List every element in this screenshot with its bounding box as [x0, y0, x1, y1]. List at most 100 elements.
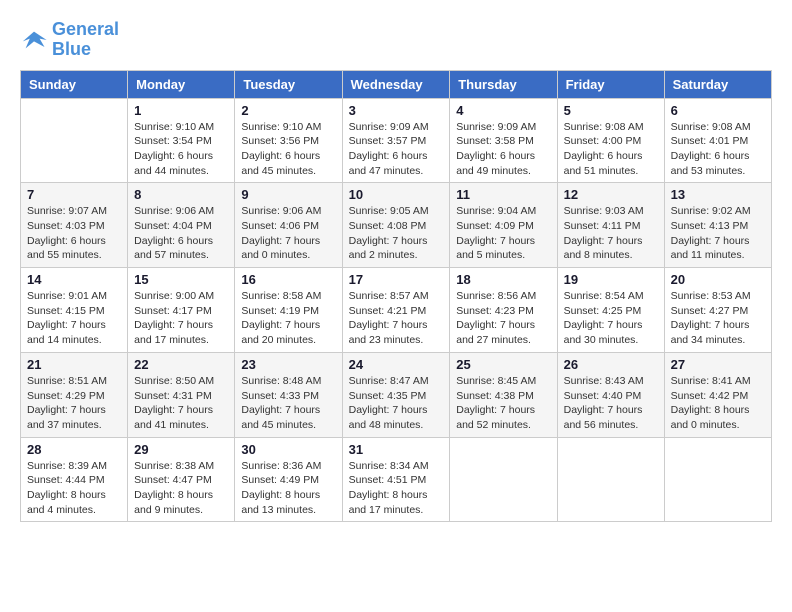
- day-info-5: Sunrise: 9:08 AM Sunset: 4:00 PM Dayligh…: [564, 120, 658, 179]
- day-number-30: 30: [241, 442, 335, 457]
- day-number-9: 9: [241, 187, 335, 202]
- week-row-1: 1 Sunrise: 9:10 AM Sunset: 3:54 PM Daylig…: [21, 98, 772, 183]
- day-info-14: Sunrise: 9:01 AM Sunset: 4:15 PM Dayligh…: [27, 289, 121, 348]
- day-4: 4 Sunrise: 9:09 AM Sunset: 3:58 PM Daylig…: [450, 98, 557, 183]
- day-12: 12Sunrise: 9:03 AM Sunset: 4:11 PM Dayli…: [557, 183, 664, 268]
- day-info-19: Sunrise: 8:54 AM Sunset: 4:25 PM Dayligh…: [564, 289, 658, 348]
- page-header: General Blue: [20, 20, 772, 60]
- day-info-1: Sunrise: 9:10 AM Sunset: 3:54 PM Dayligh…: [134, 120, 228, 179]
- day-9: 9 Sunrise: 9:06 AM Sunset: 4:06 PM Daylig…: [235, 183, 342, 268]
- day-29: 29 Sunrise: 8:38 AM Sunset: 4:47 PM Dayli…: [128, 437, 235, 522]
- day-info-18: Sunrise: 8:56 AM Sunset: 4:23 PM Dayligh…: [456, 289, 550, 348]
- day-number-17: 17: [349, 272, 444, 287]
- day-number-10: 10: [349, 187, 444, 202]
- logo-icon: [20, 26, 48, 54]
- day-13: 13 Sunrise: 9:02 AM Sunset: 4:13 PM Dayli…: [664, 183, 771, 268]
- day-info-22: Sunrise: 8:50 AM Sunset: 4:31 PM Dayligh…: [134, 374, 228, 433]
- day-info-31: Sunrise: 8:34 AM Sunset: 4:51 PM Dayligh…: [349, 459, 444, 518]
- day-17: 17 Sunrise: 8:57 AM Sunset: 4:21 PM Dayli…: [342, 268, 450, 353]
- day-15: 15 Sunrise: 9:00 AM Sunset: 4:17 PM Dayli…: [128, 268, 235, 353]
- day-number-8: 8: [134, 187, 228, 202]
- day-number-15: 15: [134, 272, 228, 287]
- day-info-16: Sunrise: 8:58 AM Sunset: 4:19 PM Dayligh…: [241, 289, 335, 348]
- day-number-24: 24: [349, 357, 444, 372]
- day-info-7: Sunrise: 9:07 AM Sunset: 4:03 PM Dayligh…: [27, 204, 121, 263]
- day-19: 19Sunrise: 8:54 AM Sunset: 4:25 PM Dayli…: [557, 268, 664, 353]
- day-number-16: 16: [241, 272, 335, 287]
- day-info-25: Sunrise: 8:45 AM Sunset: 4:38 PM Dayligh…: [456, 374, 550, 433]
- day-info-15: Sunrise: 9:00 AM Sunset: 4:17 PM Dayligh…: [134, 289, 228, 348]
- day-number-14: 14: [27, 272, 121, 287]
- day-number-21: 21: [27, 357, 121, 372]
- day-18: 18Sunrise: 8:56 AM Sunset: 4:23 PM Dayli…: [450, 268, 557, 353]
- day-24: 24 Sunrise: 8:47 AM Sunset: 4:35 PM Dayli…: [342, 352, 450, 437]
- day-info-13: Sunrise: 9:02 AM Sunset: 4:13 PM Dayligh…: [671, 204, 765, 263]
- day-7: 7 Sunrise: 9:07 AM Sunset: 4:03 PM Daylig…: [21, 183, 128, 268]
- day-info-26: Sunrise: 8:43 AM Sunset: 4:40 PM Dayligh…: [564, 374, 658, 433]
- day-2: 2Sunrise: 9:10 AM Sunset: 3:56 PM Daylig…: [235, 98, 342, 183]
- day-info-27: Sunrise: 8:41 AM Sunset: 4:42 PM Dayligh…: [671, 374, 765, 433]
- day-number-5: 5: [564, 103, 658, 118]
- logo-text: General Blue: [52, 20, 119, 60]
- day-number-28: 28: [27, 442, 121, 457]
- day-28: 28Sunrise: 8:39 AM Sunset: 4:44 PM Dayli…: [21, 437, 128, 522]
- header-sunday: Sunday: [21, 70, 128, 98]
- day-1: 1 Sunrise: 9:10 AM Sunset: 3:54 PM Daylig…: [128, 98, 235, 183]
- header-tuesday: Tuesday: [235, 70, 342, 98]
- day-21: 21 Sunrise: 8:51 AM Sunset: 4:29 PM Dayli…: [21, 352, 128, 437]
- day-11: 11Sunrise: 9:04 AM Sunset: 4:09 PM Dayli…: [450, 183, 557, 268]
- day-27: 27 Sunrise: 8:41 AM Sunset: 4:42 PM Dayli…: [664, 352, 771, 437]
- day-info-24: Sunrise: 8:47 AM Sunset: 4:35 PM Dayligh…: [349, 374, 444, 433]
- day-number-25: 25: [456, 357, 550, 372]
- header-monday: Monday: [128, 70, 235, 98]
- day-info-20: Sunrise: 8:53 AM Sunset: 4:27 PM Dayligh…: [671, 289, 765, 348]
- day-30: 30 Sunrise: 8:36 AM Sunset: 4:49 PM Dayli…: [235, 437, 342, 522]
- day-info-6: Sunrise: 9:08 AM Sunset: 4:01 PM Dayligh…: [671, 120, 765, 179]
- day-number-4: 4: [456, 103, 550, 118]
- empty-cell: [450, 437, 557, 522]
- day-number-1: 1: [134, 103, 228, 118]
- week-row-4: 21 Sunrise: 8:51 AM Sunset: 4:29 PM Dayli…: [21, 352, 772, 437]
- empty-cell: [664, 437, 771, 522]
- day-info-3: Sunrise: 9:09 AM Sunset: 3:57 PM Dayligh…: [349, 120, 444, 179]
- day-info-23: Sunrise: 8:48 AM Sunset: 4:33 PM Dayligh…: [241, 374, 335, 433]
- day-number-2: 2: [241, 103, 335, 118]
- day-number-3: 3: [349, 103, 444, 118]
- day-info-17: Sunrise: 8:57 AM Sunset: 4:21 PM Dayligh…: [349, 289, 444, 348]
- logo: General Blue: [20, 20, 119, 60]
- day-3: 3 Sunrise: 9:09 AM Sunset: 3:57 PM Daylig…: [342, 98, 450, 183]
- calendar-table: SundayMondayTuesdayWednesdayThursdayFrid…: [20, 70, 772, 523]
- day-info-21: Sunrise: 8:51 AM Sunset: 4:29 PM Dayligh…: [27, 374, 121, 433]
- day-info-29: Sunrise: 8:38 AM Sunset: 4:47 PM Dayligh…: [134, 459, 228, 518]
- day-info-10: Sunrise: 9:05 AM Sunset: 4:08 PM Dayligh…: [349, 204, 444, 263]
- header-thursday: Thursday: [450, 70, 557, 98]
- week-row-2: 7 Sunrise: 9:07 AM Sunset: 4:03 PM Daylig…: [21, 183, 772, 268]
- day-info-8: Sunrise: 9:06 AM Sunset: 4:04 PM Dayligh…: [134, 204, 228, 263]
- day-number-13: 13: [671, 187, 765, 202]
- header-saturday: Saturday: [664, 70, 771, 98]
- day-23: 23 Sunrise: 8:48 AM Sunset: 4:33 PM Dayli…: [235, 352, 342, 437]
- week-row-3: 14 Sunrise: 9:01 AM Sunset: 4:15 PM Dayli…: [21, 268, 772, 353]
- day-20: 20Sunrise: 8:53 AM Sunset: 4:27 PM Dayli…: [664, 268, 771, 353]
- day-number-27: 27: [671, 357, 765, 372]
- day-info-4: Sunrise: 9:09 AM Sunset: 3:58 PM Dayligh…: [456, 120, 550, 179]
- day-number-26: 26: [564, 357, 658, 372]
- day-31: 31 Sunrise: 8:34 AM Sunset: 4:51 PM Dayli…: [342, 437, 450, 522]
- day-5: 5 Sunrise: 9:08 AM Sunset: 4:00 PM Daylig…: [557, 98, 664, 183]
- day-25: 25 Sunrise: 8:45 AM Sunset: 4:38 PM Dayli…: [450, 352, 557, 437]
- day-number-22: 22: [134, 357, 228, 372]
- day-number-23: 23: [241, 357, 335, 372]
- day-number-31: 31: [349, 442, 444, 457]
- day-info-30: Sunrise: 8:36 AM Sunset: 4:49 PM Dayligh…: [241, 459, 335, 518]
- day-number-7: 7: [27, 187, 121, 202]
- calendar-header-row: SundayMondayTuesdayWednesdayThursdayFrid…: [21, 70, 772, 98]
- day-14: 14 Sunrise: 9:01 AM Sunset: 4:15 PM Dayli…: [21, 268, 128, 353]
- day-number-6: 6: [671, 103, 765, 118]
- week-row-5: 28Sunrise: 8:39 AM Sunset: 4:44 PM Dayli…: [21, 437, 772, 522]
- day-info-9: Sunrise: 9:06 AM Sunset: 4:06 PM Dayligh…: [241, 204, 335, 263]
- day-number-29: 29: [134, 442, 228, 457]
- day-6: 6 Sunrise: 9:08 AM Sunset: 4:01 PM Daylig…: [664, 98, 771, 183]
- day-16: 16 Sunrise: 8:58 AM Sunset: 4:19 PM Dayli…: [235, 268, 342, 353]
- day-8: 8 Sunrise: 9:06 AM Sunset: 4:04 PM Daylig…: [128, 183, 235, 268]
- day-info-12: Sunrise: 9:03 AM Sunset: 4:11 PM Dayligh…: [564, 204, 658, 263]
